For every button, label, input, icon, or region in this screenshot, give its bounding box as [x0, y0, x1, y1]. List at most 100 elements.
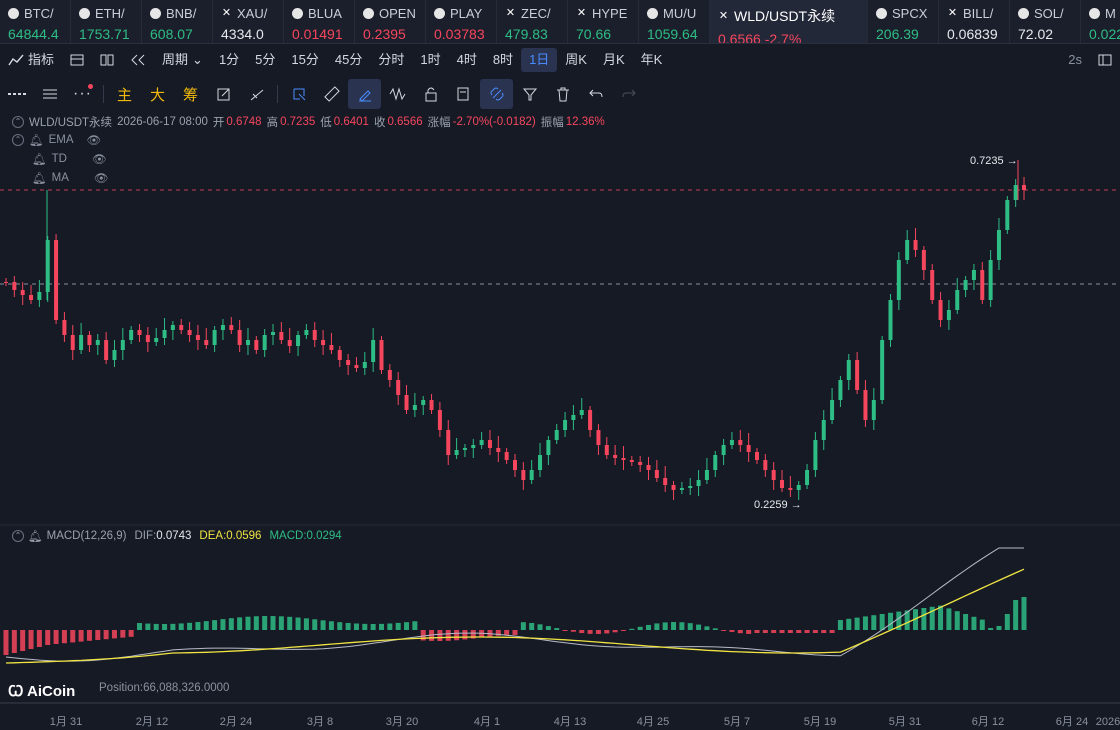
ticker-tab[interactable]: BLUA 0.01491 — [284, 0, 355, 43]
macd-histogram-bar — [287, 616, 293, 630]
bell-icon[interactable]: 🔔︎ — [28, 529, 43, 543]
collapse-icon[interactable]: ⌃ — [12, 134, 24, 146]
candle-body — [296, 335, 301, 346]
ticker-tab[interactable]: M 0.022 — [1081, 0, 1120, 43]
candle-body — [646, 465, 651, 470]
eye-icon[interactable]: 👁︎ — [92, 152, 107, 166]
indicator-ma[interactable]: 🔔︎ MA 👁︎ — [32, 171, 108, 185]
candle-body — [204, 340, 209, 345]
interval-button[interactable]: 1时 — [412, 48, 448, 72]
eye-icon[interactable]: 👁︎ — [94, 171, 109, 185]
indicators-button[interactable]: 指标 — [0, 48, 62, 72]
eye-icon[interactable]: 👁︎ — [87, 133, 102, 147]
delete-button[interactable] — [546, 79, 579, 109]
undo-icon — [588, 89, 602, 98]
grid-button[interactable] — [92, 48, 122, 72]
ticker-tab[interactable]: SOL/72.02 — [1010, 0, 1081, 43]
indicator-td[interactable]: 🔔︎ TD 👁︎ — [32, 152, 107, 166]
macd-histogram-bar — [729, 630, 735, 632]
macd-histogram-bar — [404, 622, 410, 630]
interval-button[interactable]: 4时 — [449, 48, 485, 72]
interval-button[interactable]: 1分 — [211, 48, 247, 72]
bell-icon[interactable]: 🔔︎ — [32, 152, 47, 166]
menu-icon — [42, 89, 57, 99]
macd-histogram-bar — [245, 616, 251, 630]
interval-button[interactable]: 45分 — [327, 48, 370, 72]
interval-button[interactable]: 15分 — [283, 48, 326, 72]
edit-button[interactable] — [447, 79, 480, 109]
macd-histogram-bar — [746, 630, 752, 634]
big-order-button[interactable]: 大 — [141, 84, 174, 105]
ticker-tab[interactable]: ✕ ZEC/479.83 — [497, 0, 568, 43]
interval-button[interactable]: 1日 — [521, 48, 558, 72]
bell-icon[interactable]: 🔔︎ — [32, 171, 47, 185]
x-axis-label: 3月 20 — [386, 716, 418, 728]
macd-histogram-bar — [929, 606, 935, 630]
undo-button[interactable] — [579, 79, 612, 109]
draw-tool-button[interactable] — [207, 79, 240, 109]
indicator-ema[interactable]: ⌃ 🔔︎ EMA 👁︎ — [12, 133, 101, 147]
macd-histogram-bar — [754, 630, 760, 633]
pen-tool-button[interactable] — [348, 79, 381, 109]
candle-body — [421, 400, 426, 405]
chips-button[interactable]: 筹 — [174, 84, 207, 105]
interval-button[interactable]: 5分 — [247, 48, 283, 72]
menu-button[interactable] — [33, 79, 66, 109]
x-axis-label: 4月 13 — [554, 716, 586, 728]
candle-body — [629, 460, 634, 462]
ticker-tab[interactable]: SPCX 206.39 — [868, 0, 939, 43]
settings-button[interactable] — [1090, 48, 1120, 72]
ticker-tab[interactable]: ✕ BILL/0.06839 — [939, 0, 1010, 43]
exchange-x-icon: ✕ — [718, 9, 729, 22]
ticker-tab[interactable]: MU/U 1059.64 — [639, 0, 710, 43]
candle-body — [104, 340, 109, 360]
ticker-price: 0.06839 — [947, 26, 998, 42]
main-chart-button[interactable]: 主 — [108, 84, 141, 105]
ticker-symbol: ETH/ — [95, 6, 125, 21]
exchange-x-icon: ✕ — [505, 7, 516, 19]
interval-button[interactable]: 周K — [557, 48, 595, 72]
select-tool-button[interactable] — [282, 79, 315, 109]
ticker-tab[interactable]: ✕ WLD/USDT永续 0.6566 -2.7% — [710, 0, 868, 43]
macd-histogram-bar — [61, 630, 67, 644]
candle-body — [579, 410, 584, 415]
line-style-button[interactable] — [0, 79, 33, 109]
candle-body — [713, 455, 718, 470]
ticker-tab[interactable]: ETH/1753.71 — [71, 0, 142, 43]
ticker-tab[interactable]: BTC/64844.4 — [0, 0, 71, 43]
layout-button[interactable] — [62, 48, 92, 72]
macd-histogram-bar — [262, 616, 268, 630]
ticker-symbol: MU/U — [663, 6, 697, 21]
more-button[interactable]: ··· — [66, 79, 99, 109]
candle-body — [613, 455, 618, 458]
candle-body — [980, 270, 985, 300]
collapse-icon[interactable]: ⌃ — [12, 116, 24, 128]
refresh-rate[interactable]: 2s — [1060, 48, 1090, 72]
filter-button[interactable] — [513, 79, 546, 109]
macd-histogram-bar — [904, 610, 910, 630]
ruler-button[interactable] — [315, 79, 348, 109]
redo-button[interactable] — [612, 79, 645, 109]
bell-icon[interactable]: 🔔︎ — [29, 133, 44, 147]
interval-button[interactable]: 月K — [595, 48, 633, 72]
macd-histogram-bar — [70, 630, 76, 643]
interval-button[interactable]: 年K — [633, 48, 671, 72]
ticker-tab[interactable]: ✕ XAU/4334.0 — [213, 0, 284, 43]
pattern-button[interactable] — [381, 79, 414, 109]
collapse-icon[interactable]: ⌃ — [12, 530, 24, 542]
magnet-button[interactable] — [480, 79, 513, 109]
macd-histogram-bar — [470, 630, 476, 639]
period-dropdown[interactable]: 周期 ⌄ — [154, 48, 211, 72]
interval-button[interactable]: 分时 — [370, 48, 412, 72]
interval-button[interactable]: 8时 — [485, 48, 521, 72]
ticker-tab[interactable]: ✕ HYPE 70.66 — [568, 0, 639, 43]
candle-body — [596, 430, 601, 445]
macd-histogram-bar — [854, 617, 860, 630]
lock-button[interactable] — [414, 79, 447, 109]
compare-button[interactable] — [122, 48, 154, 72]
ticker-tab[interactable]: BNB/608.07 — [142, 0, 213, 43]
macd-histogram-bar — [378, 623, 384, 630]
ticker-tab[interactable]: OPEN 0.2395 — [355, 0, 426, 43]
trend-tool-button[interactable] — [240, 79, 273, 109]
ticker-tab[interactable]: PLAY 0.03783 — [426, 0, 497, 43]
